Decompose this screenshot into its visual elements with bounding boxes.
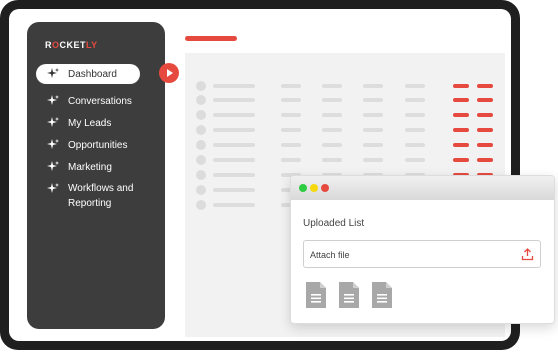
sparkle-icon — [47, 139, 59, 149]
sidebar-item-conversations[interactable]: Conversations — [36, 91, 156, 111]
sidebar: ROCKETLY Dashboard Conversations My Lead… — [27, 22, 165, 329]
close-button[interactable] — [321, 184, 329, 192]
sparkle-icon — [47, 68, 59, 78]
table-row — [185, 125, 505, 135]
sparkle-icon — [47, 161, 59, 171]
header-accent-bar — [185, 36, 237, 41]
sidebar-item-label: Conversations — [68, 95, 132, 107]
row-avatar — [196, 155, 206, 165]
row-avatar — [196, 140, 206, 150]
sidebar-item-my-leads[interactable]: My Leads — [36, 113, 156, 133]
minimize-button[interactable] — [310, 184, 318, 192]
attach-file-field[interactable]: Attach file — [303, 240, 541, 268]
upload-window: Uploaded List Attach file — [290, 175, 555, 324]
sparkle-icon — [47, 117, 59, 127]
upload-icon[interactable] — [521, 248, 534, 261]
table-row — [185, 95, 505, 105]
sparkle-icon — [47, 95, 59, 105]
sidebar-item-workflows[interactable]: Workflows and Reporting — [36, 181, 156, 215]
maximize-button[interactable] — [299, 184, 307, 192]
row-avatar — [196, 110, 206, 120]
row-avatar — [196, 125, 206, 135]
sidebar-item-label: My Leads — [68, 117, 112, 129]
sidebar-item-marketing[interactable]: Marketing — [36, 157, 156, 177]
row-avatar — [196, 95, 206, 105]
row-avatar — [196, 185, 206, 195]
sidebar-item-label: Workflows and Reporting — [68, 183, 134, 209]
document-icon[interactable] — [339, 282, 359, 308]
row-avatar — [196, 81, 206, 91]
window-titlebar — [291, 176, 554, 200]
sidebar-item-opportunities[interactable]: Opportunities — [36, 135, 156, 155]
sidebar-item-label: Opportunities — [68, 139, 128, 151]
table-row — [185, 81, 505, 91]
document-icon[interactable] — [372, 282, 392, 308]
attach-file-label: Attach file — [310, 250, 350, 260]
table-row — [185, 155, 505, 165]
sidebar-item-label: Dashboard — [68, 68, 117, 80]
sidebar-item-dashboard[interactable]: Dashboard — [36, 64, 140, 84]
sparkle-icon — [47, 183, 59, 193]
table-row — [185, 140, 505, 150]
sidebar-item-label: Marketing — [68, 161, 112, 173]
table-row — [185, 110, 505, 120]
row-avatar — [196, 200, 206, 210]
play-button[interactable] — [159, 63, 179, 83]
uploaded-list-title: Uploaded List — [303, 218, 365, 229]
app-logo: ROCKETLY — [45, 40, 98, 50]
row-avatar — [196, 170, 206, 180]
document-icon[interactable] — [306, 282, 326, 308]
